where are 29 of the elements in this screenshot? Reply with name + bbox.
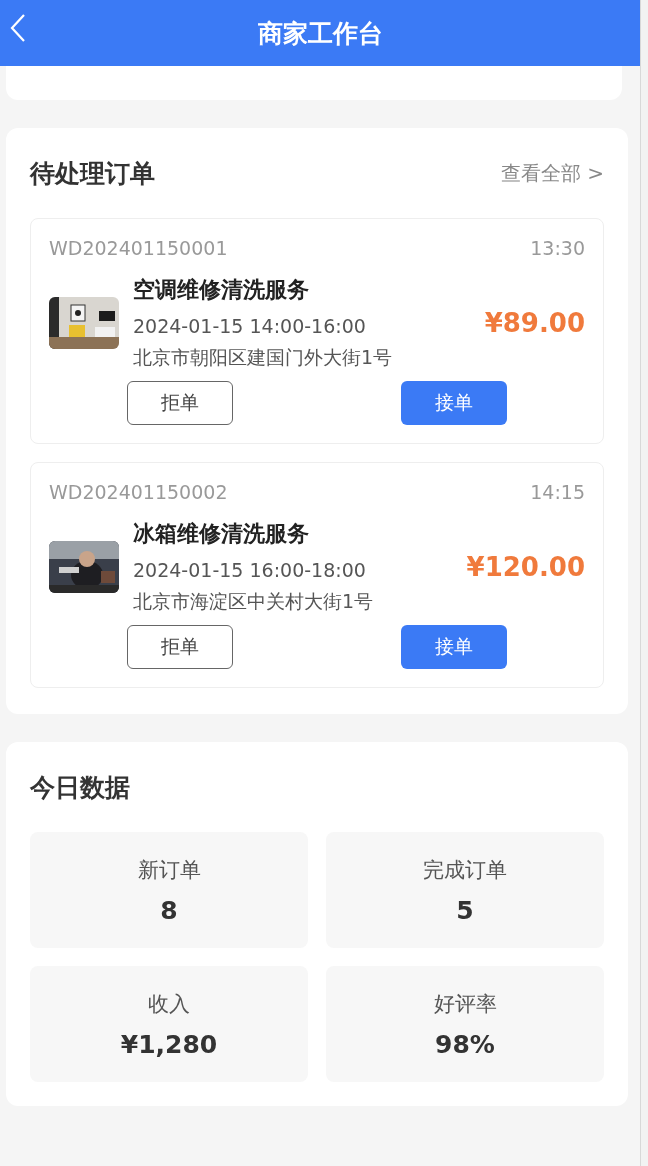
section-title: 待处理订单 (30, 157, 155, 190)
stat-label: 好评率 (433, 990, 497, 1018)
service-name: 空调维修清洗服务 (133, 276, 310, 304)
order-time: 14:15 (530, 481, 585, 503)
order-price: ¥120.00 (466, 552, 585, 582)
section-title: 今日数据 (30, 771, 130, 804)
back-icon[interactable] (10, 13, 26, 43)
accept-button[interactable]: 接单 (401, 625, 507, 669)
reject-button[interactable]: 拒单 (127, 625, 233, 669)
accept-button[interactable]: 接单 (401, 381, 507, 425)
service-name: 冰箱维修清洗服务 (133, 520, 310, 548)
page-title: 商家工作台 (257, 17, 383, 50)
stat-value: 98% (435, 1029, 495, 1059)
order-price: ¥89.00 (484, 308, 585, 338)
stat-label: 完成订单 (423, 856, 507, 884)
order-number: WD202401150001 (49, 237, 228, 259)
order-time: 13:30 (530, 237, 585, 259)
service-address: 北京市海淀区中关村大街1号 (133, 589, 375, 614)
stat-label: 新订单 (137, 856, 201, 884)
stat-value: 8 (160, 895, 178, 925)
service-time: 2024-01-15 14:00-16:00 (133, 315, 367, 337)
service-address: 北京市朝阳区建国门外大街1号 (133, 345, 394, 370)
stat-label: 收入 (148, 990, 190, 1018)
service-time: 2024-01-15 16:00-18:00 (133, 559, 367, 581)
stat-value: 5 (456, 895, 474, 925)
reject-button[interactable]: 拒单 (127, 381, 233, 425)
order-number: WD202401150002 (49, 481, 228, 503)
stat-value: ¥1,280 (120, 1029, 218, 1059)
view-all-link[interactable]: 查看全部 > (500, 159, 604, 187)
